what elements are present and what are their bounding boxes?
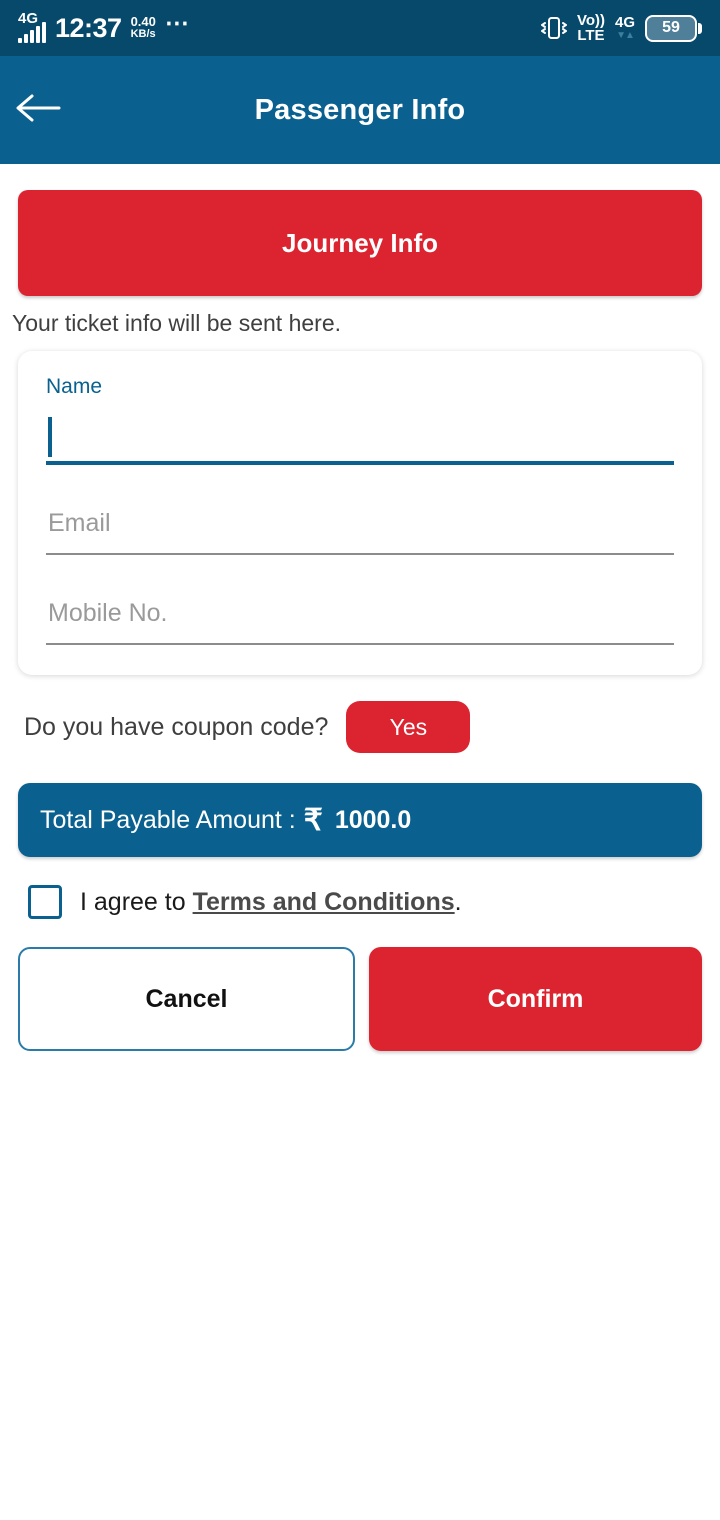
- coupon-row: Do you have coupon code? Yes: [18, 701, 702, 753]
- volte-top-label: Vo)): [576, 12, 605, 29]
- coupon-yes-button[interactable]: Yes: [346, 701, 471, 753]
- status-bar-clock: 12:37: [55, 12, 122, 43]
- data-speed-unit: KB/s: [130, 28, 156, 41]
- terms-suffix: .: [454, 887, 462, 916]
- data-speed-value: 0.40: [130, 14, 156, 30]
- battery-cap: [698, 22, 702, 34]
- vibrate-icon: [540, 14, 567, 42]
- terms-prefix: I agree to: [80, 887, 193, 916]
- passenger-form-card: Name: [18, 351, 702, 675]
- cancel-button[interactable]: Cancel: [18, 947, 355, 1051]
- email-input-wrap: [46, 499, 674, 555]
- mobile-input[interactable]: [46, 589, 674, 643]
- email-field-underline: [46, 553, 674, 555]
- network-right-label: 4G: [614, 14, 635, 31]
- status-bar-right: Vo)) LTE 4G ▼▲ 59: [540, 13, 702, 43]
- data-arrows-icon: ▼▲: [616, 30, 635, 41]
- journey-info-button[interactable]: Journey Info: [18, 190, 702, 296]
- confirm-button[interactable]: Confirm: [369, 947, 702, 1051]
- terms-checkbox[interactable]: [28, 885, 62, 919]
- terms-label: I agree to Terms and Conditions.: [80, 888, 462, 917]
- mobile-input-wrap: [46, 589, 674, 645]
- ticket-info-subtitle: Your ticket info will be sent here.: [12, 310, 341, 336]
- network-type-label: 4G: [18, 10, 39, 27]
- text-cursor-icon: [48, 417, 52, 457]
- status-bar: 4G 12:37 0.40 KB/s ⋯ Vo)) LTE 4G ▼▲ 59: [0, 0, 720, 56]
- mobile-field-group: [46, 589, 674, 645]
- terms-row: I agree to Terms and Conditions.: [18, 885, 702, 919]
- name-input-wrap: [46, 409, 674, 465]
- signal-bars-glyph: [18, 22, 46, 43]
- back-arrow-icon: [15, 92, 61, 129]
- app-bar: Passenger Info: [0, 56, 720, 164]
- volte-bottom-label: LTE: [577, 27, 605, 44]
- more-dots-icon: ⋯: [164, 9, 191, 37]
- mobile-field-underline: [46, 643, 674, 645]
- name-input[interactable]: [46, 409, 674, 463]
- email-input[interactable]: [46, 499, 674, 553]
- action-buttons-row: Cancel Confirm: [18, 947, 702, 1051]
- total-payable-label: Total Payable Amount :: [40, 805, 296, 834]
- email-field-group: [46, 499, 674, 555]
- rupee-icon: ₹: [303, 803, 323, 837]
- app-screen: 4G 12:37 0.40 KB/s ⋯ Vo)) LTE 4G ▼▲ 59 P…: [0, 0, 720, 1520]
- battery-level-label: 59: [662, 19, 680, 36]
- mobile-data-icon: 4G ▼▲: [615, 15, 635, 41]
- data-speed-indicator: 0.40 KB/s: [131, 15, 156, 40]
- battery-icon: 59: [645, 14, 702, 42]
- volte-icon: Vo)) LTE: [577, 13, 605, 43]
- back-button[interactable]: [10, 82, 66, 138]
- signal-bars-icon: 4G: [18, 10, 46, 43]
- battery-body: 59: [645, 14, 697, 42]
- status-bar-left: 4G 12:37 0.40 KB/s ⋯: [18, 9, 191, 44]
- name-field-group: Name: [46, 375, 674, 465]
- page-title: Passenger Info: [254, 93, 466, 126]
- terms-and-conditions-link[interactable]: Terms and Conditions: [193, 888, 455, 916]
- page-content: Journey Info Your ticket info will be se…: [0, 190, 720, 1051]
- total-payable-amount: 1000.0: [334, 805, 412, 834]
- name-field-underline: [46, 461, 674, 465]
- name-field-label: Name: [46, 375, 103, 398]
- total-payable-banner: Total Payable Amount : ₹ 1000.0: [18, 783, 702, 857]
- coupon-question-label: Do you have coupon code?: [24, 712, 329, 741]
